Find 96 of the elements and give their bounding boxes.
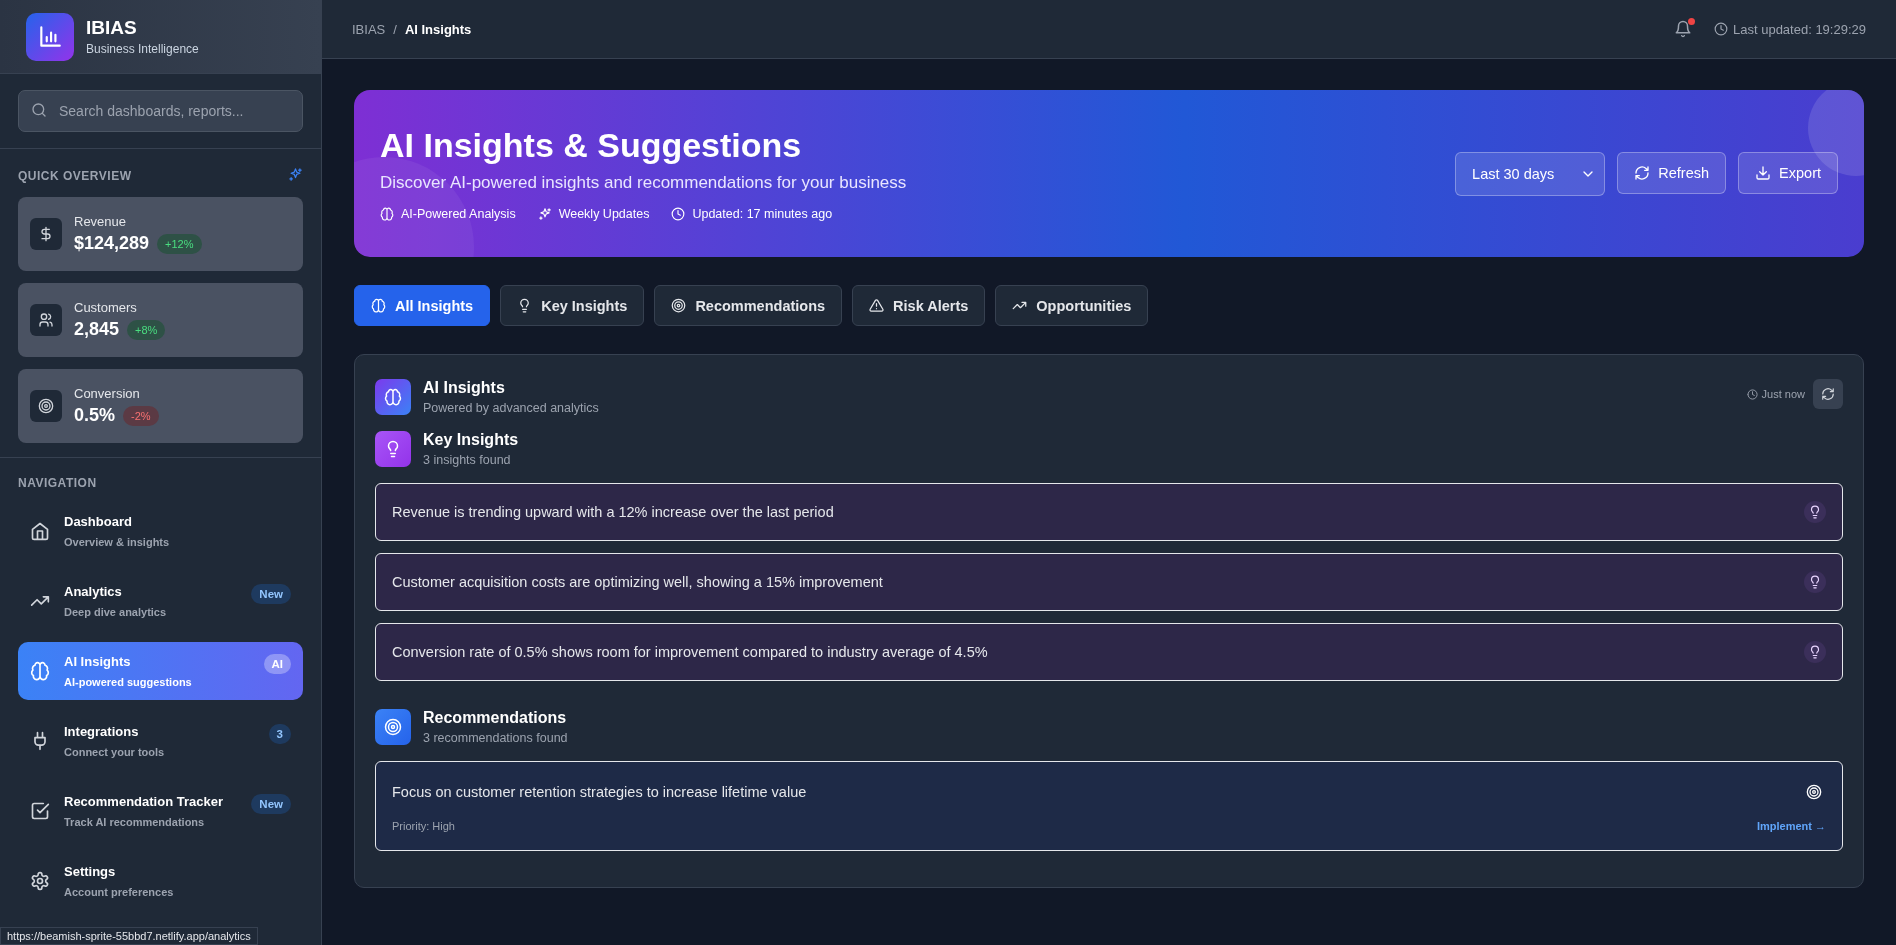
nav-item[interactable]: Settings Account preferences (18, 852, 303, 910)
filter-tab[interactable]: Recommendations (654, 285, 843, 326)
nav-label: Analytics (64, 584, 123, 599)
target-icon (384, 718, 402, 736)
bar-chart-icon (37, 23, 63, 50)
stat-value: $124,289 (74, 233, 150, 254)
lightbulb-icon (1808, 575, 1822, 589)
breadcrumb-item[interactable]: IBIAS (352, 21, 386, 37)
stat-label: Revenue (74, 214, 128, 229)
panel-title: AI Insights (423, 379, 506, 397)
filter-tab[interactable]: All Insights (354, 285, 491, 326)
nav-subtitle: Track AI recommendations (64, 816, 206, 828)
brain-icon (384, 388, 402, 406)
last-updated: Last updated: 19:29:29 (1733, 21, 1866, 37)
recommendation-text: Focus on customer retention strategies to increase lifetime value (392, 784, 807, 800)
status-url: https://beamish-sprite-55bbd7.netlify.app/analytics (0, 927, 258, 945)
brain-icon (371, 298, 386, 313)
clock-icon (1746, 388, 1758, 400)
implement-link[interactable]: Implement → (1756, 820, 1826, 832)
stat-value: 0.5% (74, 405, 116, 426)
hero-title: AI Insights & Suggestions (380, 126, 803, 165)
brain-icon (30, 661, 50, 681)
nav-item[interactable]: Dashboard Overview & insights (18, 502, 303, 560)
nav-label: Recommendation Tracker (64, 794, 224, 809)
target-icon (1806, 784, 1822, 800)
target-icon (38, 398, 54, 414)
nav-subtitle: AI-powered suggestions (64, 676, 193, 688)
export-button[interactable]: Export (1738, 151, 1838, 194)
stat-value: 2,845 (74, 319, 120, 340)
home-icon (30, 521, 50, 541)
period-select[interactable]: Last 30 days (1455, 151, 1606, 196)
brand-tagline: Business Intelligence (86, 42, 199, 56)
sparkles-icon (288, 167, 303, 182)
nav-item[interactable]: Analytics Deep dive analytics New (18, 572, 303, 630)
nav-badge: New (251, 794, 291, 814)
insight-text: Conversion rate of 0.5% shows room for improvement compared to industry average of 4.5% (392, 644, 988, 660)
clock-icon (1714, 22, 1728, 36)
refresh-icon (1821, 387, 1835, 401)
search-field[interactable]: Search dashboards, reports... (18, 90, 303, 132)
lightbulb-icon (1808, 645, 1822, 659)
section-heading: NAVIGATION (18, 476, 97, 490)
feature-label: Updated: 17 minutes ago (692, 207, 833, 221)
timestamp: Just now (1761, 388, 1805, 400)
nav-badge: AI (263, 654, 291, 674)
brand-name: IBIAS (86, 17, 138, 39)
lightbulb-icon (1808, 505, 1822, 519)
panel-subtitle: Powered by advanced analytics (423, 401, 599, 415)
insight-text: Revenue is trending upward with a 12% increase over the last period (392, 504, 834, 520)
refresh-button[interactable] (1813, 379, 1843, 409)
nav-subtitle: Connect your tools (64, 746, 166, 758)
nav-item[interactable]: Integrations Connect your tools 3 (18, 712, 303, 770)
target-icon (671, 298, 687, 313)
nav-label: Integrations (64, 724, 140, 739)
refresh-icon (1634, 164, 1651, 181)
section-count: 3 insights found (423, 453, 512, 467)
section-heading: QUICK OVERVIEW (18, 169, 132, 183)
settings-icon (30, 871, 50, 891)
breadcrumb-item: AI Insights (404, 21, 472, 37)
priority-label: Priority: High (392, 820, 455, 832)
warning-icon (869, 298, 885, 313)
dollar-icon (38, 226, 54, 242)
users-icon (38, 312, 54, 328)
refresh-button[interactable]: Refresh (1617, 151, 1727, 194)
change-badge: +8% (127, 319, 166, 340)
nav-subtitle: Deep dive analytics (64, 606, 168, 618)
nav-item[interactable]: Recommendation Tracker Track AI recommendations New (18, 782, 303, 840)
nav-subtitle: Account preferences (64, 886, 175, 898)
nav-label: Settings (64, 864, 117, 879)
section-count: 3 recommendations found (423, 731, 568, 745)
download-icon (1755, 164, 1772, 181)
hero-subtitle: Discover AI-powered insights and recommendations for your business (380, 173, 907, 193)
sparkles-icon (537, 207, 552, 221)
nav-item[interactable]: AI Insights AI-powered suggestions AI (18, 642, 303, 700)
section-title: Key Insights (423, 431, 519, 449)
breadcrumb-separator: / (393, 21, 397, 37)
nav-badge: 3 (268, 724, 291, 744)
feature-label: Weekly Updates (558, 207, 650, 221)
section-title: Recommendations (423, 709, 568, 727)
change-badge: -2% (123, 405, 159, 426)
notification-button[interactable] (1674, 20, 1692, 38)
stat-label: Conversion (74, 386, 141, 401)
insight-text: Customer acquisition costs are optimizing well, showing a 15% improvement (392, 574, 883, 590)
nav-label: Dashboard (64, 514, 133, 529)
filter-tab[interactable]: Risk Alerts (852, 285, 986, 326)
nav-badge: New (251, 584, 291, 604)
brain-icon (380, 207, 394, 221)
filter-tab[interactable]: Opportunities (995, 285, 1149, 326)
bell-icon (1674, 20, 1692, 38)
change-badge: +12% (157, 233, 202, 254)
filter-tab[interactable]: Key Insights (500, 285, 645, 326)
nav-label: AI Insights (64, 654, 132, 669)
stat-label: Customers (74, 300, 138, 315)
nav-subtitle: Overview & insights (64, 536, 171, 548)
clock-icon (671, 207, 686, 221)
feature-label: AI-Powered Analysis (401, 207, 516, 221)
checkbox-icon (30, 801, 50, 821)
